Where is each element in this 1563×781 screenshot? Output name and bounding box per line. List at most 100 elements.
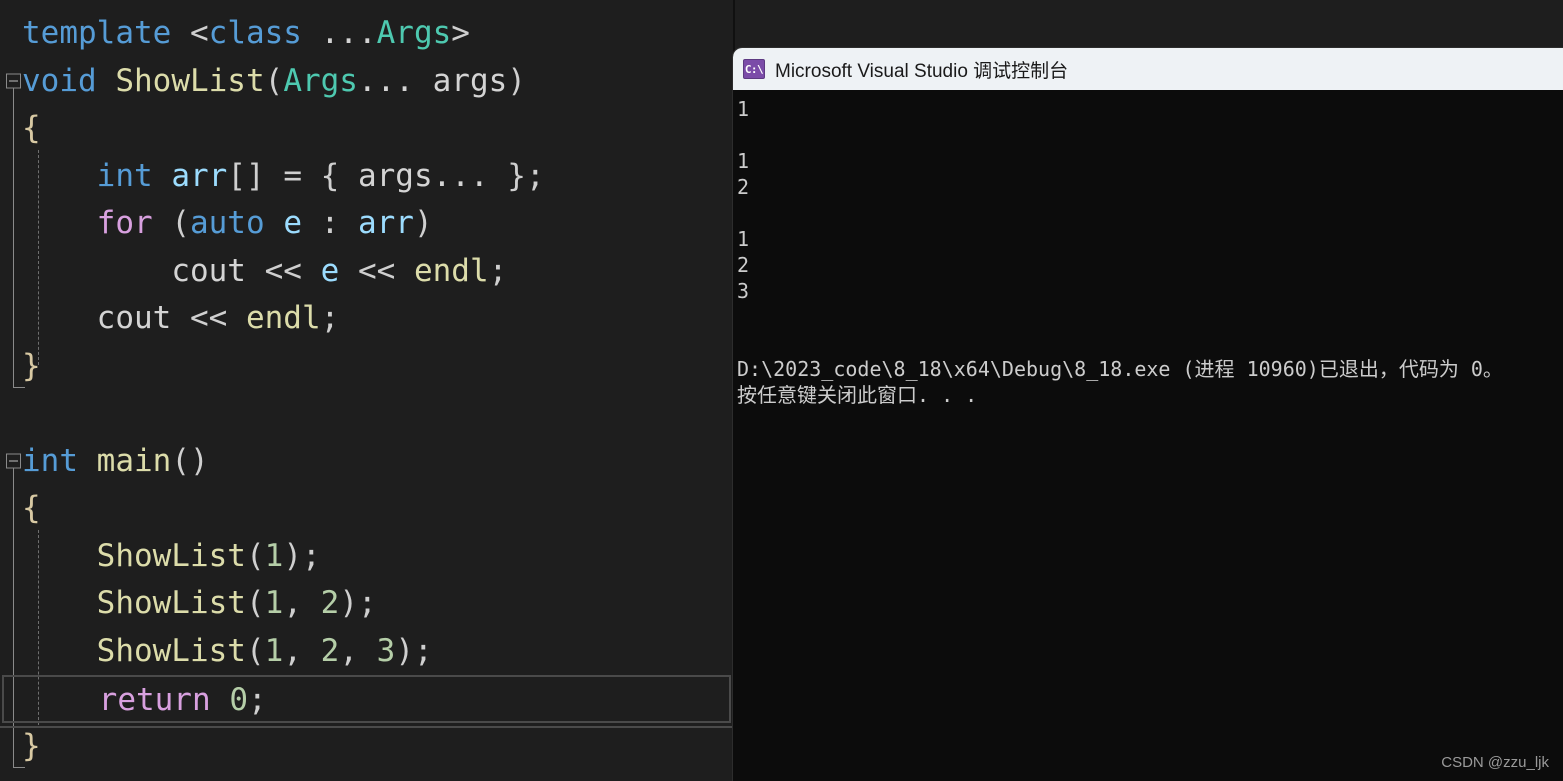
- code-token: );: [283, 537, 321, 574]
- code-token: 1: [264, 585, 284, 621]
- code-line[interactable]: template <class ...Args>: [0, 10, 733, 58]
- code-token: }: [22, 727, 41, 764]
- code-token: ShowList: [96, 537, 246, 574]
- code-token: :: [301, 205, 358, 241]
- code-token: (: [245, 585, 265, 621]
- code-token: 3: [376, 632, 396, 669]
- code-line[interactable]: }: [0, 343, 733, 391]
- code-token: main: [96, 442, 172, 479]
- code-token: {: [22, 110, 41, 146]
- code-token: (: [245, 632, 265, 669]
- console-app-icon: C:\: [743, 59, 765, 79]
- code-token: ...: [301, 15, 377, 51]
- code-token: (: [264, 62, 284, 99]
- console-output-line: 2: [737, 175, 750, 199]
- code-line[interactable]: {: [0, 485, 733, 533]
- code-token: cout: [96, 300, 172, 336]
- code-token: 2: [320, 632, 340, 669]
- code-line[interactable]: ShowList(1);: [0, 533, 733, 581]
- code-token: return: [98, 682, 211, 718]
- code-token: };: [507, 157, 545, 194]
- code-token: (: [152, 205, 190, 241]
- code-line[interactable]: void ShowList(Args... args): [0, 58, 733, 106]
- code-token: int: [22, 442, 78, 479]
- code-token: for: [96, 205, 153, 241]
- code-token: ShowList: [96, 632, 246, 669]
- code-token: ;: [488, 252, 508, 289]
- console-output-line: D:\2023_code\8_18\x64\Debug\8_18.exe (进程…: [737, 357, 1503, 381]
- code-token: ;: [320, 300, 340, 336]
- code-token: endl: [245, 300, 321, 336]
- code-token: = {: [283, 157, 358, 194]
- console-output-line: 1: [737, 227, 750, 251]
- code-token: auto: [189, 205, 265, 241]
- code-token: );: [395, 632, 433, 669]
- code-line[interactable]: cout << endl;: [0, 295, 733, 343]
- code-line[interactable]: {: [0, 105, 733, 153]
- code-token: ): [507, 62, 526, 99]
- code-token: args: [357, 157, 433, 194]
- code-token: endl: [413, 252, 489, 289]
- code-token: arr: [171, 157, 228, 194]
- code-line[interactable]: for (auto e : arr): [0, 200, 733, 248]
- code-token: ,: [283, 632, 321, 669]
- code-token: void: [22, 62, 97, 99]
- code-line[interactable]: int main(): [0, 438, 733, 486]
- fold-collapse-icon[interactable]: [6, 73, 21, 89]
- debug-console-window[interactable]: C:\ Microsoft Visual Studio 调试控制台 112123…: [733, 48, 1563, 781]
- code-line-current[interactable]: return 0;: [2, 675, 731, 723]
- console-output-line: 2: [737, 253, 750, 277]
- code-token: ShowList: [96, 585, 246, 621]
- console-titlebar[interactable]: C:\ Microsoft Visual Studio 调试控制台: [733, 48, 1563, 90]
- code-token: ShowList: [115, 62, 265, 99]
- code-token: ...: [432, 157, 508, 194]
- code-token: >: [451, 15, 470, 51]
- code-token: {: [22, 490, 41, 526]
- code-token: (): [171, 442, 209, 479]
- console-output-line: 3: [737, 279, 750, 303]
- code-line[interactable]: [0, 390, 733, 438]
- code-token: args: [432, 62, 508, 99]
- code-token: <<: [245, 252, 321, 289]
- code-token: 0: [229, 682, 248, 718]
- code-token: cout: [171, 252, 246, 289]
- code-token: template: [22, 15, 172, 51]
- code-token: (: [245, 537, 265, 574]
- console-output-line: 按任意键关闭此窗口. . .: [737, 383, 978, 407]
- code-token: <<: [339, 252, 414, 289]
- code-lines-container[interactable]: template <class ...Args> void ShowList(Ar…: [0, 10, 733, 770]
- code-line[interactable]: ShowList(1, 2, 3);: [0, 628, 733, 676]
- code-line[interactable]: cout << e << endl;: [0, 248, 733, 296]
- code-token: int: [96, 157, 153, 194]
- current-line-separator: [0, 726, 733, 728]
- console-window-title: Microsoft Visual Studio 调试控制台: [775, 60, 1069, 82]
- code-editor-pane[interactable]: template <class ...Args> void ShowList(Ar…: [0, 0, 733, 781]
- console-output-area[interactable]: 1 1 2 1 2 3 D:\2023_code\8_18\x64\Debug\8_18.e…: [733, 90, 1563, 781]
- code-token: []: [227, 157, 284, 194]
- csdn-watermark: CSDN @zzu_ljk: [1441, 754, 1549, 771]
- code-line[interactable]: ShowList(1, 2);: [0, 580, 733, 628]
- code-token: 1: [264, 632, 284, 669]
- code-token: Args: [283, 62, 358, 99]
- code-token: }: [22, 347, 41, 384]
- fold-collapse-icon[interactable]: [6, 453, 21, 469]
- code-token: arr: [357, 205, 414, 241]
- code-token: e: [283, 205, 302, 241]
- code-token: <: [189, 15, 209, 51]
- code-token: ...: [357, 62, 433, 99]
- code-line[interactable]: }: [0, 723, 733, 771]
- code-line[interactable]: int arr[] = { args... };: [0, 153, 733, 201]
